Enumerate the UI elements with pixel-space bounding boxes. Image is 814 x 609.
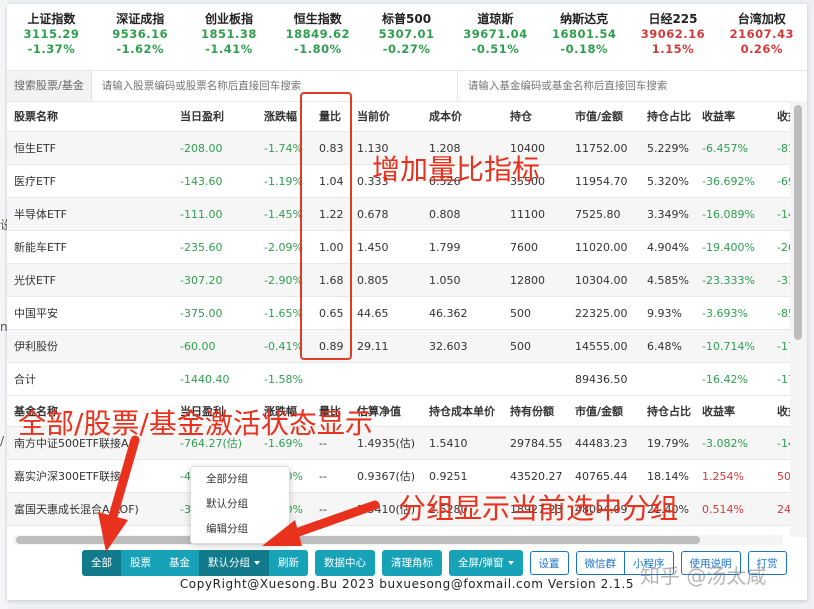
arrow-icon (98, 435, 140, 552)
watermark: 知乎 @汤太咸 (640, 564, 767, 588)
annotation-arrows (98, 435, 380, 552)
arrow-icon (262, 500, 380, 546)
